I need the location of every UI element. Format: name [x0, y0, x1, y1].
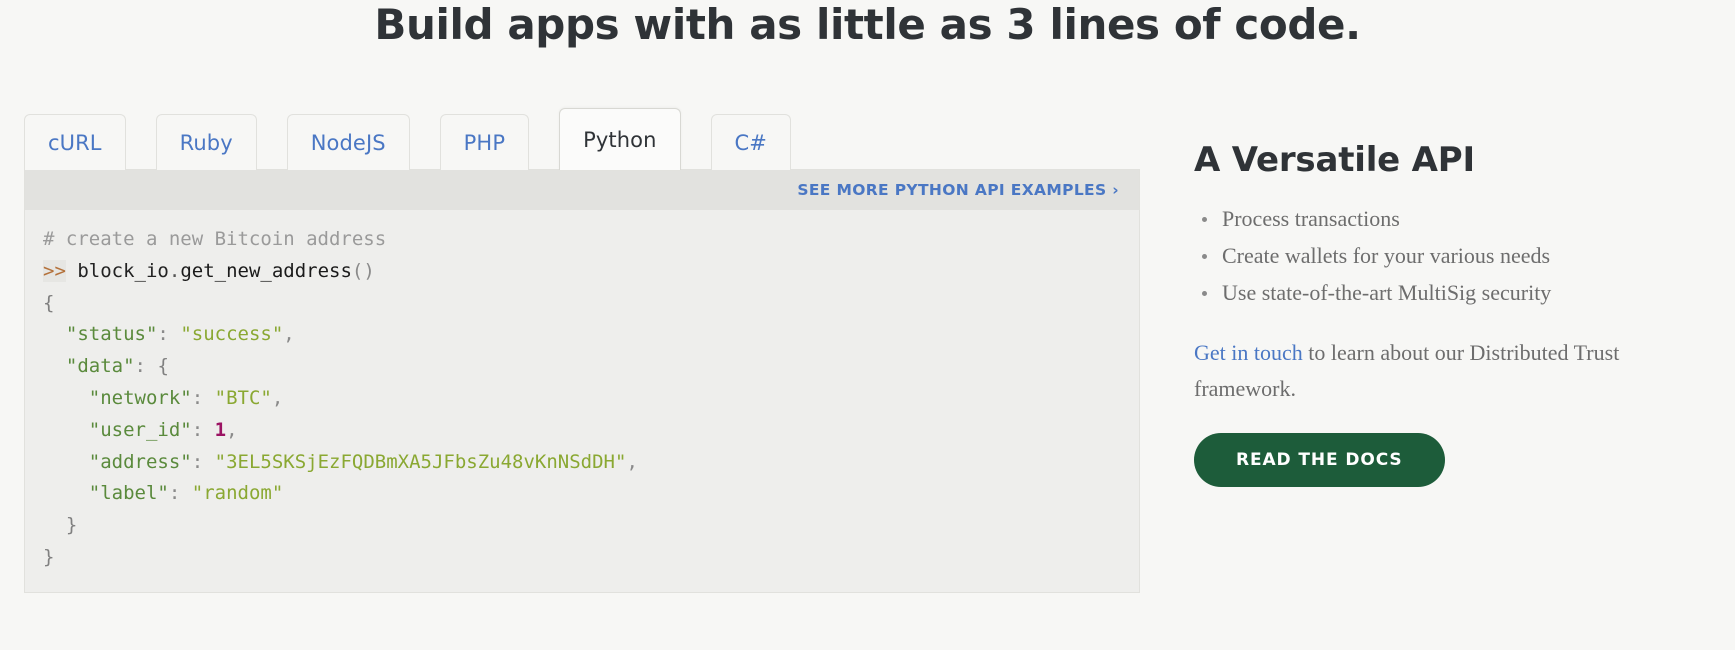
json-key-network: "network": [88, 386, 192, 409]
json-value-user-id: 1: [214, 418, 227, 441]
json-comma: ,: [226, 418, 238, 441]
json-key-address: "address": [88, 450, 192, 473]
landing-section: Build apps with as little as 3 lines of …: [0, 0, 1735, 650]
json-comma: ,: [271, 386, 284, 409]
json-colon: :: [134, 355, 146, 378]
json-colon: :: [191, 386, 204, 409]
json-key-user-id: "user_id": [88, 418, 192, 441]
json-key-data: "data": [65, 355, 135, 378]
tab-label: cURL: [48, 130, 102, 155]
code-object: block_io: [77, 259, 169, 282]
json-value-network: "BTC": [214, 386, 272, 409]
code-open-brace: {: [43, 291, 55, 314]
api-info-panel: A Versatile API Process transactions Cre…: [1194, 140, 1714, 487]
list-item: Use state-of-the-art MultiSig security: [1194, 274, 1714, 311]
json-value-address: "3EL5SKSjEzFQDBmXA5JFbsZu48vKnNSdDH": [214, 450, 627, 473]
code-dot: .: [168, 259, 181, 282]
code-content: # create a new Bitcoin address >> block_…: [25, 224, 1139, 574]
json-value-label: "random": [191, 482, 284, 505]
feature-list: Process transactions Create wallets for …: [1194, 200, 1714, 311]
tab-label: Ruby: [179, 130, 233, 155]
json-colon: :: [191, 450, 204, 473]
blurb-paragraph: Get in touch to learn about our Distribu…: [1194, 335, 1706, 407]
json-comma: ,: [283, 323, 295, 346]
see-more-examples-link[interactable]: SEE MORE PYTHON API EXAMPLES ›: [797, 181, 1119, 199]
section-title: A Versatile API: [1194, 140, 1475, 180]
tab-label: C#: [734, 130, 767, 155]
tab-nodejs[interactable]: NodeJS: [286, 114, 410, 170]
json-value-status: "success": [180, 323, 284, 346]
tab-curl[interactable]: cURL: [24, 114, 126, 170]
code-comment: # create a new Bitcoin address: [43, 228, 387, 250]
json-colon: :: [157, 323, 169, 346]
json-data-open-brace: {: [157, 355, 169, 378]
json-key-label: "label": [88, 482, 169, 505]
code-close-brace: }: [43, 545, 55, 568]
list-item: Process transactions: [1194, 200, 1714, 237]
json-comma: ,: [626, 450, 638, 473]
code-parens: (): [351, 259, 375, 282]
read-the-docs-button[interactable]: READ THE DOCS: [1194, 433, 1445, 487]
tab-label: NodeJS: [310, 130, 386, 155]
tab-csharp[interactable]: C#: [710, 114, 791, 170]
tab-php[interactable]: PHP: [439, 114, 530, 170]
tab-label: PHP: [463, 130, 506, 155]
code-block: # create a new Bitcoin address >> block_…: [24, 210, 1140, 593]
code-method: get_new_address: [180, 259, 352, 282]
examples-bar: SEE MORE PYTHON API EXAMPLES ›: [24, 169, 1140, 210]
page-title: Build apps with as little as 3 lines of …: [374, 0, 1361, 49]
tab-python[interactable]: Python: [559, 108, 681, 170]
tab-ruby[interactable]: Ruby: [155, 114, 257, 170]
list-item: Create wallets for your various needs: [1194, 237, 1714, 274]
json-colon: :: [191, 418, 204, 441]
get-in-touch-link[interactable]: Get in touch: [1194, 340, 1303, 365]
json-colon: :: [168, 482, 181, 505]
tab-label: Python: [583, 127, 657, 152]
code-prompt: >>: [43, 259, 66, 282]
json-inner-close-brace: }: [65, 514, 78, 537]
code-sample-panel: cURL Ruby NodeJS PHP Python C# SEE MORE …: [24, 108, 1140, 593]
language-tab-list: cURL Ruby NodeJS PHP Python C#: [24, 108, 1140, 170]
json-key-status: "status": [65, 323, 158, 346]
